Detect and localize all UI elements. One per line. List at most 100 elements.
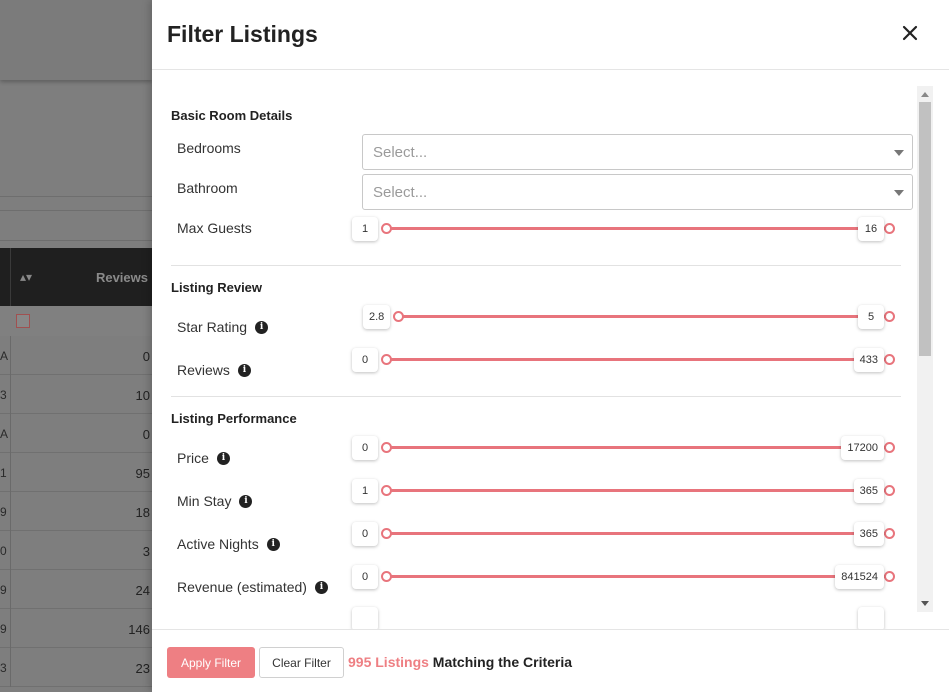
slider-handle-min[interactable] [381, 223, 392, 234]
slider-min-value: 0 [352, 522, 378, 546]
slider-handle-max[interactable] [884, 528, 895, 539]
background-divider [0, 196, 152, 197]
table-row: 9 146 [0, 609, 152, 648]
info-icon[interactable]: i [216, 451, 230, 465]
slider-max-value: 433 [853, 348, 884, 372]
modal-footer: Apply Filter Clear Filter 995 Listings M… [152, 629, 949, 692]
active-nights-slider[interactable]: 0 365 [352, 521, 897, 547]
field-label-bathroom: Bathroom [177, 180, 238, 196]
table-row: 3 10 [0, 375, 152, 414]
price-slider[interactable]: 0 17200 [352, 435, 897, 461]
slider-handle-min[interactable] [381, 354, 392, 365]
slider-track [386, 489, 889, 492]
section-title-performance: Listing Performance [171, 411, 297, 426]
section-title-basic: Basic Room Details [171, 108, 293, 123]
table-row: 9 18 [0, 492, 152, 531]
slider-handle-min[interactable] [393, 311, 404, 322]
slider-min-value: 2.8 [363, 305, 391, 329]
chevron-down-icon [894, 150, 904, 156]
min-stay-slider[interactable]: 1 365 [352, 478, 897, 504]
table-row: 03 [0, 531, 152, 570]
field-label-min-stay: Min Stay i [177, 493, 253, 509]
info-icon[interactable]: i [237, 363, 251, 377]
field-label-star-rating: Star Rating i [177, 319, 269, 335]
slider-min-value: 0 [352, 436, 378, 460]
field-label-reviews: Reviews i [177, 362, 251, 378]
slider-handle-max[interactable] [884, 223, 895, 234]
info-icon[interactable]: i [239, 494, 253, 508]
field-label-price: Price i [177, 450, 230, 466]
field-label-revenue: Revenue (estimated) i [177, 579, 328, 595]
slider-track [386, 358, 889, 361]
slider-min-value: 1 [352, 217, 378, 241]
slider-handle-min[interactable] [381, 571, 392, 582]
slider-handle-max[interactable] [884, 311, 895, 322]
star-rating-slider[interactable]: 2.8 5 [352, 304, 897, 330]
section-title-review: Listing Review [171, 280, 263, 295]
slider-track [386, 532, 889, 535]
result-summary: 995 Listings Matching the Criteria [348, 654, 572, 670]
info-icon[interactable]: i [314, 580, 328, 594]
slider-handle-min[interactable] [381, 485, 392, 496]
background-divider [0, 240, 152, 241]
background-header [0, 0, 152, 80]
section-divider [171, 396, 901, 397]
slider-handle-min[interactable] [381, 528, 392, 539]
slider-handle-max[interactable] [884, 354, 895, 365]
column-header-reviews: Reviews [95, 270, 148, 285]
slider-min-value: 1 [352, 479, 378, 503]
modal-title: Filter Listings [167, 21, 318, 47]
slider-max-value: 841524 [835, 565, 884, 589]
slider-min-value: 0 [352, 607, 378, 629]
modal-body: Basic Room Details Bedrooms Select... Ba… [152, 70, 949, 629]
vertical-scrollbar[interactable] [917, 86, 933, 612]
filter-modal: Filter Listings Basic Room Details Bedro… [152, 0, 949, 692]
slider-min-value: 0 [352, 348, 378, 372]
reviews-slider[interactable]: 0 433 [352, 347, 897, 373]
modal-header: Filter Listings [152, 0, 949, 70]
bathroom-select[interactable]: Select... [362, 174, 913, 210]
slider-track [386, 575, 889, 578]
slider-track [386, 446, 889, 449]
slider-max-value: 365 [853, 479, 884, 503]
revenue-slider[interactable]: 0 841524 [352, 564, 897, 590]
table-row: 9 24 [0, 570, 152, 609]
scroll-up-icon[interactable] [921, 92, 929, 97]
field-label-max-guests: Max Guests [177, 220, 252, 236]
slider-handle-max[interactable] [884, 485, 895, 496]
scrollbar-thumb[interactable] [919, 102, 931, 356]
slider-track [386, 227, 889, 230]
scroll-down-icon[interactable] [921, 601, 929, 606]
table-row: 3 23 [0, 648, 152, 687]
table-filter-row [0, 306, 152, 336]
table-row: A0 [0, 336, 152, 375]
result-suffix: Matching the Criteria [428, 654, 573, 670]
slider-max-value: 16 [858, 217, 884, 241]
field-label-bedrooms: Bedrooms [177, 140, 241, 156]
table-row: 1 95 [0, 453, 152, 492]
slider-max-value: 5 [858, 305, 884, 329]
info-icon[interactable]: i [266, 537, 280, 551]
chevron-down-icon [894, 190, 904, 196]
clear-filter-button[interactable]: Clear Filter [259, 647, 344, 678]
apply-filter-button[interactable]: Apply Filter [167, 647, 255, 678]
max-guests-slider[interactable]: 1 16 [352, 216, 897, 242]
slider-min-value: 0 [352, 565, 378, 589]
close-button[interactable] [899, 22, 921, 44]
slider-handle-max[interactable] [884, 442, 895, 453]
section-divider [171, 265, 901, 266]
info-icon[interactable]: i [255, 320, 269, 334]
slider-handle-max[interactable] [884, 571, 895, 582]
select-placeholder: Select... [373, 144, 428, 161]
slider-max-value: 0 [858, 607, 884, 629]
slider-handle-min[interactable] [381, 442, 392, 453]
close-icon [902, 25, 918, 41]
result-count: 995 Listings [348, 654, 429, 670]
slider-max-value: 365 [853, 522, 884, 546]
background-divider [0, 210, 152, 211]
next-slider-partial: 0 0 [352, 606, 897, 629]
filter-checkbox [16, 314, 30, 328]
bedrooms-select[interactable]: Select... [362, 134, 913, 170]
select-placeholder: Select... [373, 184, 428, 201]
table-row: A0 [0, 414, 152, 453]
